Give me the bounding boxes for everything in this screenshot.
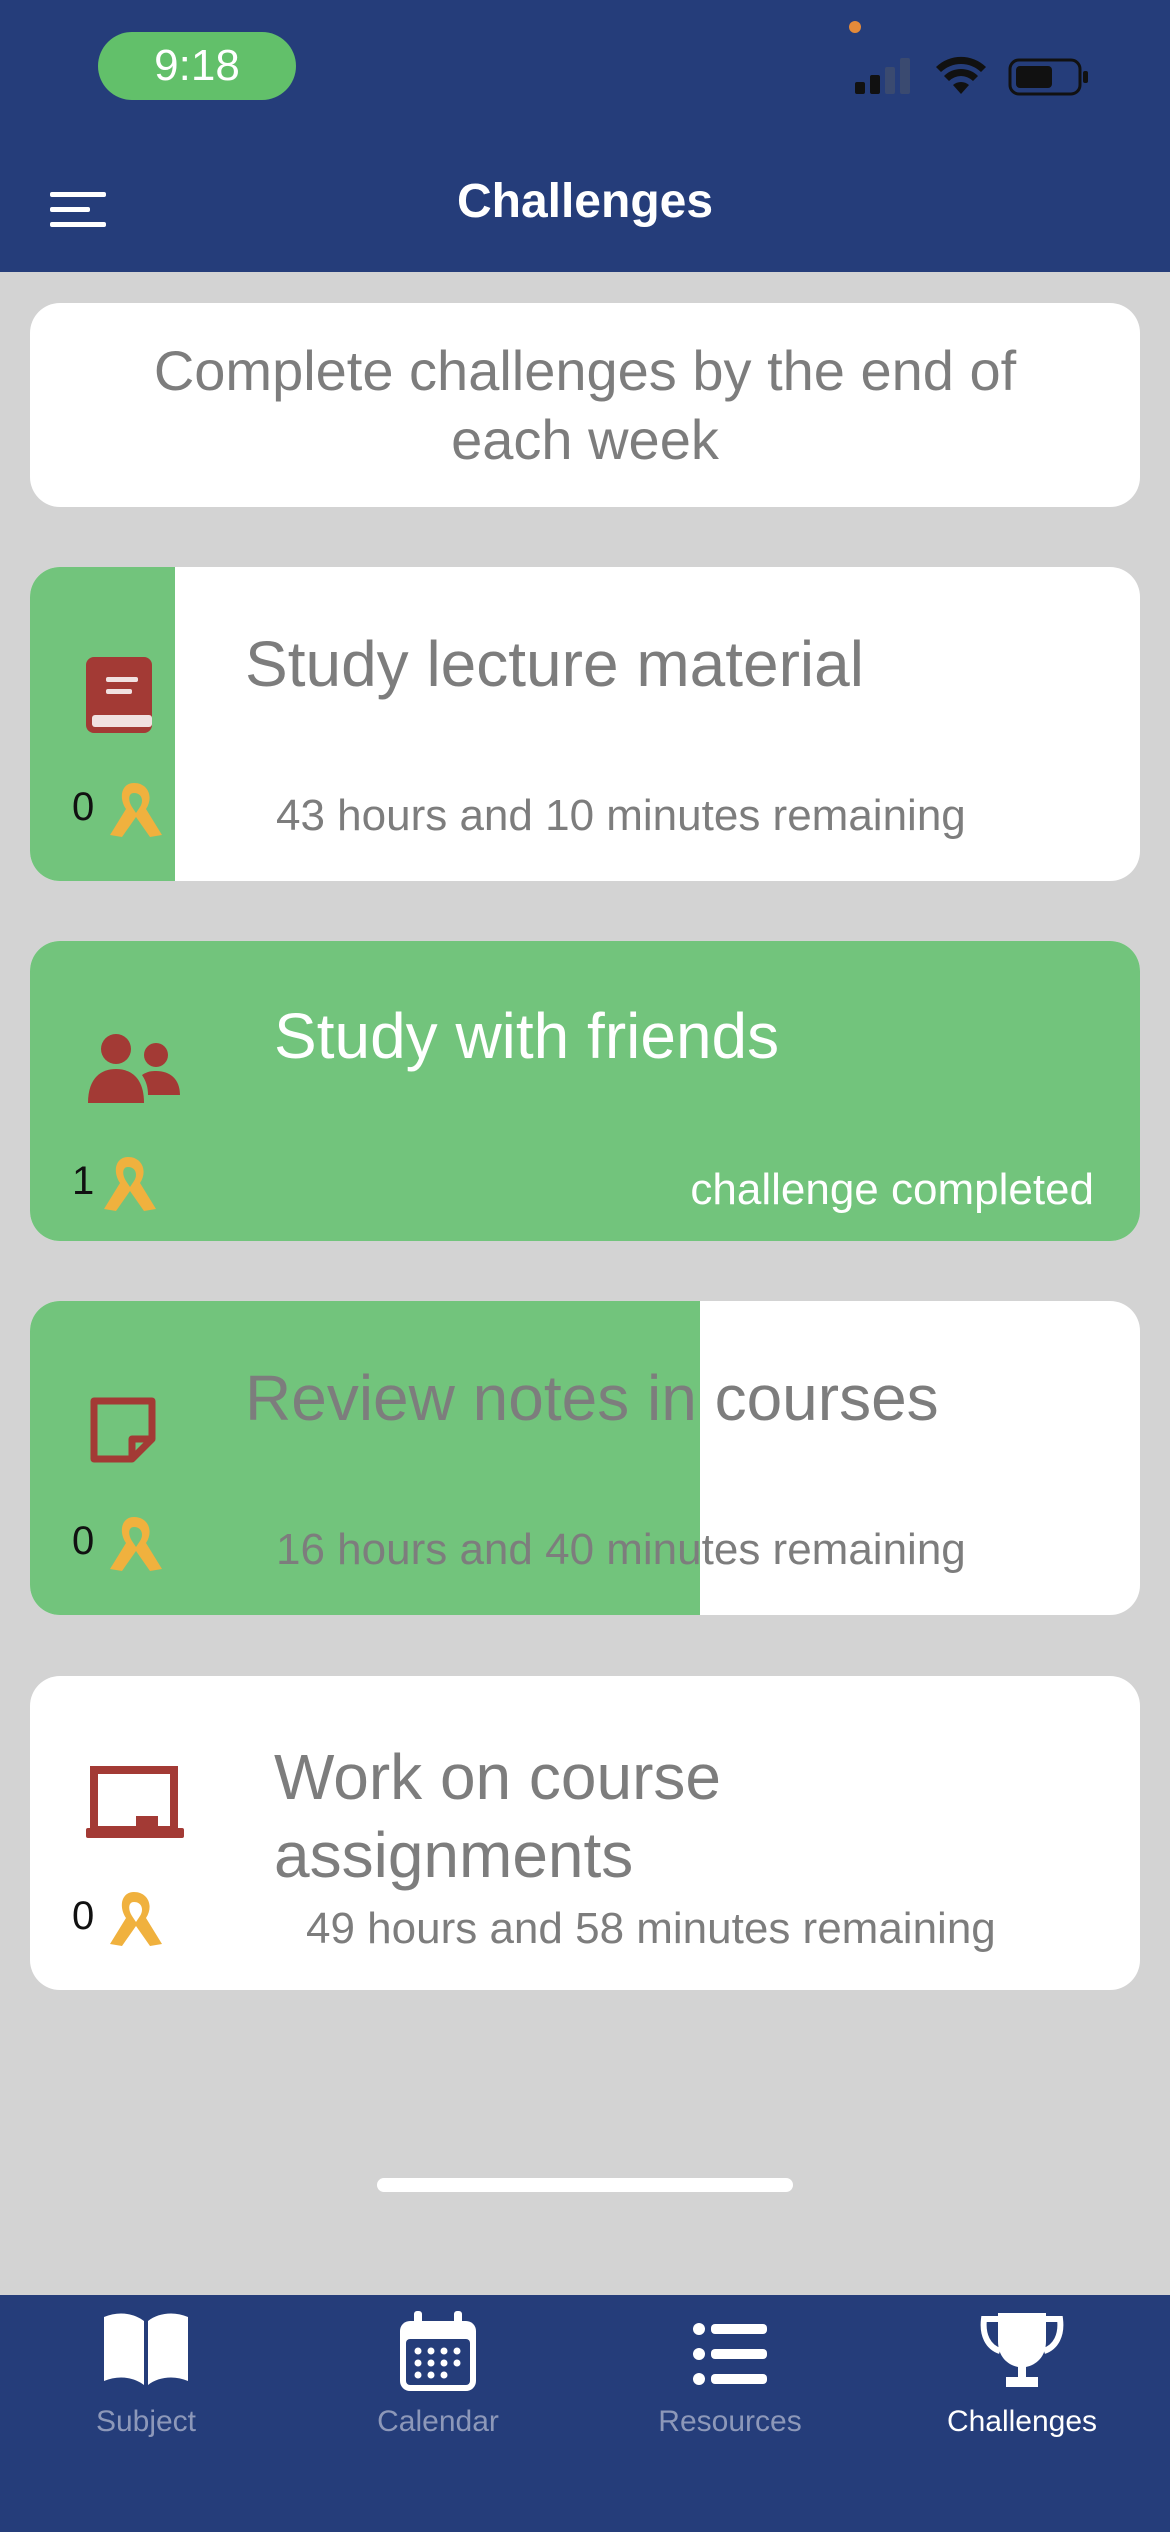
challenge-card-study-lecture[interactable]: 0 Study lecture material 43 hours and 10… bbox=[30, 567, 1140, 881]
challenges-info-banner: Complete challenges by the end of each w… bbox=[30, 303, 1140, 507]
ribbon-award-icon bbox=[110, 783, 162, 837]
battery-icon bbox=[1008, 58, 1088, 96]
challenge-time-remaining: 16 hours and 40 minutes remaining bbox=[276, 1525, 966, 1574]
tab-subject[interactable]: Subject bbox=[0, 2295, 292, 2485]
status-bar: 9:18 bbox=[0, 0, 1170, 130]
chalkboard-icon bbox=[86, 1766, 184, 1838]
challenge-title: Study lecture material bbox=[245, 628, 864, 700]
challenge-title: Review notes in courses bbox=[245, 1362, 939, 1434]
challenge-card-course-assignments[interactable]: 0 Work on course assignments 49 hours an… bbox=[30, 1676, 1140, 1990]
calendar-icon bbox=[400, 2311, 476, 2391]
tab-label: Calendar bbox=[377, 2405, 499, 2438]
tab-challenges[interactable]: Challenges bbox=[876, 2295, 1168, 2485]
challenge-count: 1 bbox=[72, 1159, 95, 1203]
ribbon-award-icon bbox=[110, 1517, 162, 1571]
challenge-time-remaining: 49 hours and 58 minutes remaining bbox=[306, 1904, 996, 1953]
challenge-card-study-with-friends[interactable]: 1 Study with friends challenge completed bbox=[30, 941, 1140, 1241]
tab-label: Challenges bbox=[946, 2405, 1098, 2438]
list-icon bbox=[693, 2323, 767, 2385]
cellular-signal-icon bbox=[855, 58, 910, 94]
trophy-icon bbox=[980, 2313, 1064, 2387]
ribbon-award-icon bbox=[110, 1892, 162, 1946]
challenge-card-review-notes[interactable]: 0 Review notes in courses 16 hours and 4… bbox=[30, 1301, 1140, 1615]
sticky-note-icon bbox=[90, 1397, 156, 1463]
tab-label: Resources bbox=[658, 2405, 802, 2438]
wifi-icon bbox=[936, 56, 986, 94]
book-icon bbox=[86, 657, 152, 733]
tab-resources[interactable]: Resources bbox=[584, 2295, 876, 2485]
ribbon-award-icon bbox=[104, 1157, 156, 1211]
challenge-count: 0 bbox=[72, 1894, 95, 1938]
challenge-title: Work on course assignments bbox=[274, 1741, 721, 1891]
challenge-time-remaining: 43 hours and 10 minutes remaining bbox=[276, 791, 966, 840]
challenge-count: 0 bbox=[72, 1519, 95, 1563]
challenge-title: Study with friends bbox=[274, 1000, 780, 1072]
tab-label: Subject bbox=[95, 2405, 197, 2438]
navigation-bar: Challenges bbox=[0, 130, 1170, 272]
challenge-count: 0 bbox=[72, 785, 95, 829]
home-indicator bbox=[377, 2178, 793, 2192]
page-title: Challenges bbox=[456, 175, 714, 228]
privacy-indicator-dot bbox=[849, 21, 861, 33]
tab-calendar[interactable]: Calendar bbox=[292, 2295, 584, 2485]
book-open-icon bbox=[104, 2313, 188, 2385]
users-icon bbox=[88, 1034, 180, 1103]
status-time: 9:18 bbox=[98, 32, 296, 100]
bottom-tab-bar: Subject Calendar Resources Challenges bbox=[0, 2295, 1170, 2532]
challenge-status: challenge completed bbox=[690, 1165, 1094, 1214]
